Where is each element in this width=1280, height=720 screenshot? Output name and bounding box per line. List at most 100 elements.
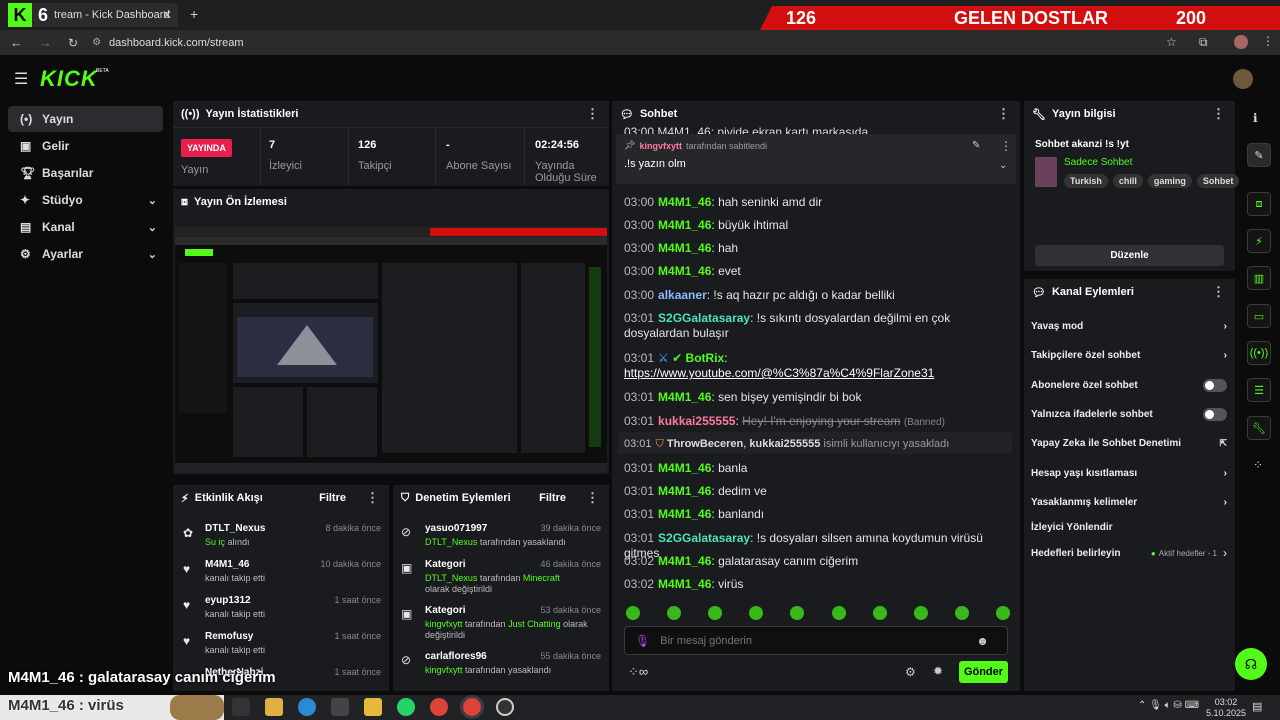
msg-user[interactable]: S2GGalatasaray	[658, 531, 750, 545]
kebab-menu-icon[interactable]: ⋮	[1000, 139, 1012, 153]
tag[interactable]: gaming	[1147, 174, 1192, 188]
kebab-menu-icon[interactable]: ⋮	[1212, 106, 1225, 122]
kick-logo[interactable]: KICK	[40, 66, 98, 92]
msg-user[interactable]: M4M1_46	[658, 241, 711, 255]
emote-icon[interactable]	[995, 606, 1010, 620]
msg-user[interactable]: M4M1_46	[658, 461, 711, 475]
sidebar-item-basarilar[interactable]: 🏆︎ Başarılar	[8, 160, 163, 186]
sidebar-item-ayarlar[interactable]: ⚙ Ayarlar ⌄	[8, 241, 163, 267]
msg-user[interactable]: BotRix	[686, 351, 725, 365]
action-slow-mode[interactable]: Yavaş mod ›	[1031, 316, 1227, 336]
msg-user[interactable]: S2GGalatasaray	[658, 311, 750, 325]
points-icon[interactable]: ⁘∞	[628, 664, 648, 680]
msg-user[interactable]: M4M1_46	[658, 264, 711, 278]
kebab-menu-icon[interactable]: ⋮	[1212, 284, 1225, 300]
chrome-active-icon[interactable]	[460, 695, 484, 719]
sidebar-item-yayin[interactable]: (•) Yayın	[8, 106, 163, 132]
microphone-icon[interactable]: 🎙︎	[635, 634, 650, 648]
filter-button[interactable]: Filtre	[539, 492, 566, 504]
send-button[interactable]: Gönder	[959, 661, 1008, 683]
category-name[interactable]: Sadece Sohbet	[1064, 157, 1132, 168]
chat-message-input[interactable]	[660, 634, 971, 647]
moderator-name[interactable]: DTLT_Nexus	[425, 573, 477, 583]
info-icon[interactable]: ℹ	[1253, 111, 1258, 125]
emote-icon[interactable]	[790, 606, 805, 620]
msg-user[interactable]: kukkai255555	[658, 414, 735, 428]
chat-settings-gear-icon[interactable]: ⚙	[905, 665, 916, 679]
reload-icon[interactable]: ↻	[68, 36, 78, 50]
folder-icon[interactable]	[364, 698, 382, 716]
emote-icon[interactable]	[749, 606, 764, 620]
clock[interactable]: 03:02 5.10.2025	[1206, 697, 1246, 719]
moderation-target[interactable]: carlaflores96	[425, 651, 487, 662]
subscribers-only-toggle[interactable]	[1203, 378, 1227, 392]
activity-user[interactable]: eyup1312	[205, 595, 251, 606]
tag[interactable]: Sohbet	[1196, 174, 1240, 188]
msg-link[interactable]: https://www.youtube.com/@%C3%87a%C4%9Fla…	[624, 366, 934, 380]
forward-icon[interactable]: →	[39, 35, 52, 50]
whatsapp-icon[interactable]	[397, 698, 415, 716]
kebab-menu-icon[interactable]: ⋮	[586, 490, 599, 506]
msg-user[interactable]: M4M1_46	[658, 577, 711, 591]
rail-moderation-icon[interactable]: ☰	[1247, 378, 1271, 402]
extensions-icon[interactable]: ⧉	[1199, 35, 1208, 50]
msg-user[interactable]: M4M1_46	[658, 218, 711, 232]
sidebar-item-kanal[interactable]: ▤ Kanal ⌄	[8, 214, 163, 240]
notification-icon[interactable]: ▤	[1252, 700, 1262, 713]
profile-avatar[interactable]	[1234, 35, 1248, 49]
back-icon[interactable]: ←	[10, 35, 23, 50]
new-tab-icon[interactable]: +	[190, 6, 198, 22]
kebab-menu-icon[interactable]: ⋮	[366, 490, 379, 506]
store-icon[interactable]	[265, 698, 283, 716]
rail-chat-icon[interactable]: ▭	[1247, 304, 1271, 328]
moderator-name[interactable]: DTLT_Nexus	[425, 537, 477, 547]
user-avatar[interactable]	[1233, 69, 1253, 89]
site-info-icon[interactable]: ⚙	[92, 37, 101, 48]
kebab-menu-icon[interactable]: ⋮	[586, 106, 599, 122]
msg-user[interactable]: M4M1_46	[658, 484, 711, 498]
tag[interactable]: chill	[1112, 174, 1143, 188]
hamburger-menu-icon[interactable]: ☰	[14, 69, 28, 89]
rail-bolt-icon[interactable]: ⚡︎	[1247, 229, 1271, 253]
chrome-icon[interactable]	[430, 698, 448, 716]
sidebar-item-studyo[interactable]: ✦ Stüdyo ⌄	[8, 187, 163, 213]
bookmark-star-icon[interactable]: ☆	[1166, 35, 1177, 49]
msg-user[interactable]: M4M1_46	[658, 507, 711, 521]
unpin-icon[interactable]: ✎	[972, 140, 980, 151]
emoji-picker-icon[interactable]: ☻	[976, 634, 989, 648]
browser-tab[interactable]: K 6 tream - Kick Dashboard ✕	[8, 3, 178, 27]
emote-icon[interactable]	[667, 606, 682, 620]
msg-user[interactable]: M4M1_46	[658, 390, 711, 404]
rail-wrench-icon[interactable]: 🔧︎	[1247, 416, 1271, 440]
moderator-name[interactable]: kingvfxytt	[425, 665, 463, 675]
emote-icon[interactable]	[831, 606, 846, 620]
emote-icon[interactable]	[872, 606, 887, 620]
tray-icons[interactable]: ⌃ 🎙︎ 🔈︎ ⛁ ⌨	[1138, 700, 1199, 711]
activity-user[interactable]: DTLT_Nexus	[205, 523, 265, 534]
msg-user[interactable]: alkaaner	[658, 288, 707, 302]
moderation-target[interactable]: yasuo071997	[425, 523, 487, 534]
emote-icon[interactable]	[708, 606, 723, 620]
kebab-menu-icon[interactable]: ⋮	[997, 106, 1010, 122]
task-view-icon[interactable]	[232, 698, 250, 716]
action-ai-moderation[interactable]: Yapay Zeka ile Sohbet Denetimi ⇱	[1031, 433, 1227, 453]
tag[interactable]: Turkish	[1064, 174, 1108, 188]
edit-button[interactable]: Düzenle	[1035, 245, 1224, 266]
sidebar-item-gelir[interactable]: ▣ Gelir	[8, 133, 163, 159]
msg-user[interactable]: M4M1_46	[658, 195, 711, 209]
emote-icon[interactable]	[954, 606, 969, 620]
moderation-target[interactable]: Kategori	[425, 559, 466, 570]
emote-icon[interactable]	[626, 606, 640, 620]
emote-icon[interactable]	[913, 606, 928, 620]
edit-layout-icon[interactable]: ✎	[1247, 143, 1271, 167]
activity-user[interactable]: Remofusy	[205, 631, 253, 642]
rail-stats-icon[interactable]: ▥	[1247, 266, 1271, 290]
action-goals[interactable]: Hedefleri belirleyin ● Aktif hedefler - 1 ›	[1031, 543, 1227, 563]
support-chat-icon[interactable]: ☊	[1235, 648, 1267, 680]
url-field[interactable]: dashboard.kick.com/stream	[109, 37, 244, 49]
filter-button[interactable]: Filtre	[319, 492, 346, 504]
chevron-down-icon[interactable]: ⌄	[999, 160, 1007, 171]
capcut-icon[interactable]	[331, 698, 349, 716]
msg-user[interactable]: M4M1_46	[658, 554, 711, 568]
obs-icon[interactable]	[496, 698, 514, 716]
